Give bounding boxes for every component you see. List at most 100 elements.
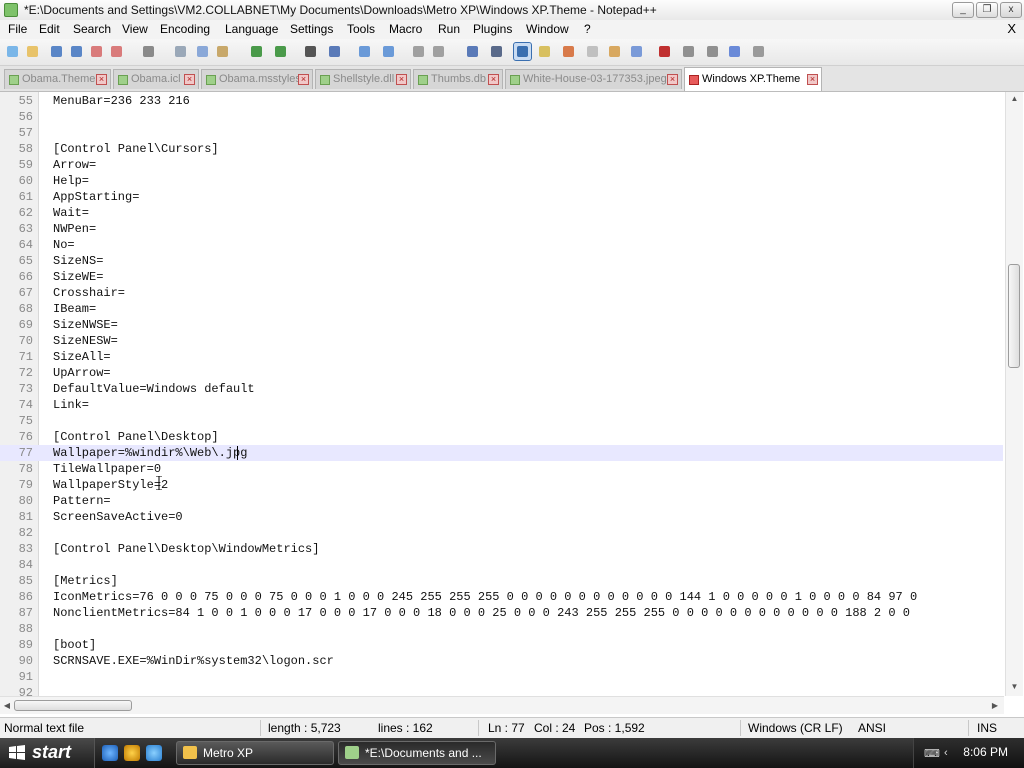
scroll-down-arrow-icon[interactable]: ▼ <box>1006 680 1023 694</box>
undo-icon[interactable] <box>248 43 265 60</box>
monitoring-icon[interactable] <box>628 43 645 60</box>
minimize-button[interactable]: _ <box>952 2 974 18</box>
code-line[interactable]: 79 WallpaperStyle=2 <box>0 477 1003 493</box>
code-line[interactable]: 84 <box>0 557 1003 573</box>
sync-vertical-icon[interactable] <box>410 43 427 60</box>
code-line[interactable]: 59 Arrow= <box>0 157 1003 173</box>
code-line[interactable]: 86 IconMetrics=76 0 0 0 75 0 0 0 75 0 0 0… <box>0 589 1003 605</box>
code-line[interactable]: 80 Pattern= <box>0 493 1003 509</box>
tab-close-icon[interactable]: × <box>298 74 309 85</box>
taskbar-button-metro-xp[interactable]: Metro XP <box>176 741 334 765</box>
user-defined-lang-icon[interactable] <box>536 43 553 60</box>
cut-icon[interactable] <box>172 43 189 60</box>
maximize-button[interactable]: ❐ <box>976 2 998 18</box>
menu-settings[interactable]: Settings <box>290 22 333 36</box>
menu-encoding[interactable]: Encoding <box>160 22 210 36</box>
text-editor[interactable]: 55 MenuBar=236 233 216 56 57 58 [Control Pane… <box>0 92 1024 696</box>
code-line[interactable]: 90 SCRNSAVE.EXE=%WinDir%system32\logon.sc… <box>0 653 1003 669</box>
tab-close-icon[interactable]: × <box>96 74 107 85</box>
scroll-up-arrow-icon[interactable]: ▲ <box>1006 92 1023 106</box>
record-macro-icon[interactable] <box>656 43 673 60</box>
code-line[interactable]: 62 Wait= <box>0 205 1003 221</box>
code-line[interactable]: 74 Link= <box>0 397 1003 413</box>
vertical-scrollbar[interactable]: ▲ ▼ <box>1005 92 1023 696</box>
save-icon[interactable] <box>48 43 65 60</box>
tab-close-icon[interactable]: × <box>807 74 818 85</box>
code-line[interactable]: 56 <box>0 109 1003 125</box>
save-macro-icon[interactable] <box>750 43 767 60</box>
close-all-icon[interactable] <box>108 43 125 60</box>
copy-icon[interactable] <box>194 43 211 60</box>
horizontal-scrollbar[interactable]: ◀ ▶ <box>0 696 1004 714</box>
code-line[interactable]: 83 [Control Panel\Desktop\WindowMetrics] <box>0 541 1003 557</box>
code-line[interactable]: 75 <box>0 413 1003 429</box>
code-line[interactable]: 89 [boot] <box>0 637 1003 653</box>
tab-shellstyle-dll[interactable]: Shellstyle.dll × <box>315 69 411 89</box>
code-line[interactable]: 81 ScreenSaveActive=0 <box>0 509 1003 525</box>
tab-close-icon[interactable]: × <box>488 74 499 85</box>
menu-edit[interactable]: Edit <box>39 22 60 36</box>
menu-plugins[interactable]: Plugins <box>473 22 512 36</box>
zoom-in-icon[interactable] <box>356 43 373 60</box>
save-all-icon[interactable] <box>68 43 85 60</box>
code-line[interactable]: 64 No= <box>0 237 1003 253</box>
tab-windows-xp-theme[interactable]: Windows XP.Theme × <box>684 67 822 91</box>
code-line[interactable]: 57 <box>0 125 1003 141</box>
close-button[interactable]: x <box>1000 2 1022 18</box>
winamp-icon[interactable] <box>124 745 140 761</box>
keyboard-icon[interactable]: ⌨ <box>924 747 940 760</box>
code-line[interactable]: 69 SizeNWSE= <box>0 317 1003 333</box>
menu-help[interactable]: ? <box>584 22 591 36</box>
code-line[interactable]: 85 [Metrics] <box>0 573 1003 589</box>
doc-map-icon[interactable] <box>560 43 577 60</box>
code-line[interactable]: 82 <box>0 525 1003 541</box>
new-file-icon[interactable] <box>4 43 21 60</box>
show-all-chars-icon[interactable] <box>488 43 505 60</box>
tab-obama-msstyles[interactable]: Obama.msstyles × <box>201 69 313 89</box>
code-line[interactable]: 67 Crosshair= <box>0 285 1003 301</box>
code-line[interactable]: 55 MenuBar=236 233 216 <box>0 93 1003 109</box>
menu-run[interactable]: Run <box>438 22 460 36</box>
function-list-icon[interactable] <box>584 43 601 60</box>
scroll-left-arrow-icon[interactable]: ◀ <box>0 697 14 714</box>
scroll-right-arrow-icon[interactable]: ▶ <box>988 697 1002 714</box>
start-button[interactable]: start <box>0 738 95 768</box>
tab-close-icon[interactable]: × <box>396 74 407 85</box>
notepadpp-app-icon[interactable] <box>4 3 18 17</box>
redo-icon[interactable] <box>272 43 289 60</box>
print-icon[interactable] <box>140 43 157 60</box>
close-document-x[interactable]: X <box>1007 21 1016 36</box>
title-bar[interactable]: *E:\Documents and Settings\VM2.COLLABNET… <box>0 0 1024 21</box>
paste-icon[interactable] <box>214 43 231 60</box>
code-line[interactable]: 72 UpArrow= <box>0 365 1003 381</box>
menu-file[interactable]: File <box>8 22 27 36</box>
tray-collapse-icon[interactable]: ‹ <box>944 747 948 759</box>
code-line[interactable]: 87 NonclientMetrics=84 1 0 0 1 0 0 0 17 0… <box>0 605 1003 621</box>
code-line[interactable]: 92 <box>0 685 1003 696</box>
ie-icon[interactable] <box>102 745 118 761</box>
indent-guide-icon[interactable] <box>513 42 532 61</box>
code-line[interactable]: 68 IBeam= <box>0 301 1003 317</box>
tab-thumbs-db[interactable]: Thumbs.db × <box>413 69 503 89</box>
code-line[interactable]: 77 Wallpaper=%windir%\Web\.jpg <box>0 445 1003 461</box>
code-line[interactable]: 73 DefaultValue=Windows default <box>0 381 1003 397</box>
tab-obama-theme[interactable]: Obama.Theme × <box>4 69 111 89</box>
menu-language[interactable]: Language <box>225 22 278 36</box>
tab-close-icon[interactable]: × <box>667 74 678 85</box>
code-line[interactable]: 60 Help= <box>0 173 1003 189</box>
tab-close-icon[interactable]: × <box>184 74 195 85</box>
stop-macro-icon[interactable] <box>680 43 697 60</box>
word-wrap-icon[interactable] <box>464 43 481 60</box>
tab-obama-icl[interactable]: Obama.icl × <box>113 69 199 89</box>
code-line[interactable]: 78 TileWallpaper=0 <box>0 461 1003 477</box>
code-line[interactable]: 76 [Control Panel\Desktop] <box>0 429 1003 445</box>
code-line[interactable]: 63 NWPen= <box>0 221 1003 237</box>
open-file-icon[interactable] <box>24 43 41 60</box>
code-line[interactable]: 70 SizeNESW= <box>0 333 1003 349</box>
menu-tools[interactable]: Tools <box>347 22 375 36</box>
code-line[interactable]: 66 SizeWE= <box>0 269 1003 285</box>
code-line[interactable]: 91 <box>0 669 1003 685</box>
zoom-out-icon[interactable] <box>380 43 397 60</box>
code-line[interactable]: 71 SizeAll= <box>0 349 1003 365</box>
code-line[interactable]: 88 <box>0 621 1003 637</box>
